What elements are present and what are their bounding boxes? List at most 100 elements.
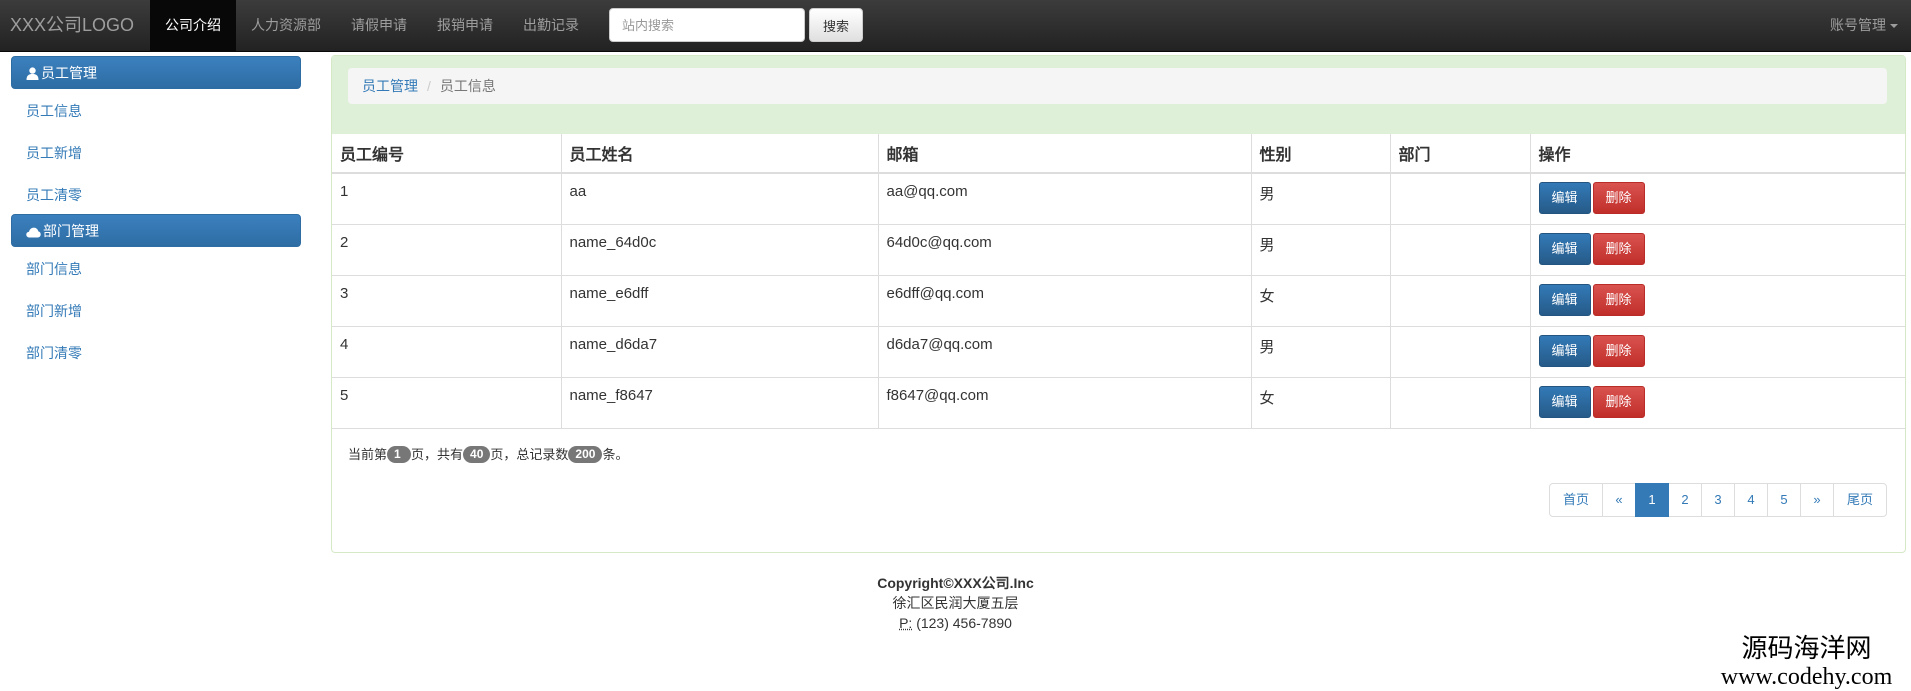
breadcrumb-separator: / bbox=[427, 78, 431, 94]
edit-button[interactable]: 编辑 bbox=[1538, 283, 1591, 316]
sidebar-link-employee-info[interactable]: 员工信息 bbox=[26, 101, 82, 121]
sidebar-link-department-clear[interactable]: 部门清零 bbox=[26, 343, 82, 363]
delete-button[interactable]: 删除 bbox=[1592, 232, 1645, 265]
cell-actions: 编辑 删除 bbox=[1530, 376, 1905, 429]
nav-item-attendance[interactable]: 出勤记录 bbox=[508, 0, 594, 51]
cell-gender: 女 bbox=[1251, 274, 1391, 326]
footer: Copyright©XXX公司.Inc 徐汇区民润大厦五层 P: (123) 4… bbox=[0, 573, 1911, 633]
cloud-icon bbox=[26, 227, 41, 238]
nav-item-hr[interactable]: 人力资源部 bbox=[236, 0, 336, 51]
page-info: 当前第 1 页，共有 40 页，总记录数 200 条。 bbox=[348, 444, 628, 463]
user-icon bbox=[26, 67, 39, 80]
watermark-title: 源码海洋网 bbox=[1741, 633, 1872, 663]
page-info-prefix: 当前第 bbox=[348, 447, 388, 462]
breadcrumb-current: 员工信息 bbox=[439, 78, 496, 94]
cell-name: name_e6dff bbox=[561, 274, 879, 326]
cell-email: e6dff@qq.com bbox=[878, 274, 1252, 326]
pagination-page-4[interactable]: 4 bbox=[1734, 483, 1768, 517]
search-input[interactable] bbox=[609, 8, 805, 42]
footer-phone: (123) 456-7890 bbox=[916, 615, 1012, 631]
nav-item-company-intro[interactable]: 公司介绍 bbox=[150, 0, 236, 51]
breadcrumb: 员工管理 / 员工信息 bbox=[348, 68, 1887, 104]
cell-name: name_f8647 bbox=[561, 376, 879, 429]
cell-gender: 女 bbox=[1251, 376, 1391, 429]
sidebar-link-department-info[interactable]: 部门信息 bbox=[26, 259, 82, 279]
total-pages-badge: 40 bbox=[463, 446, 491, 463]
account-menu-label: 账号管理 bbox=[1830, 17, 1886, 33]
cell-name: name_64d0c bbox=[561, 223, 879, 275]
delete-button[interactable]: 删除 bbox=[1592, 182, 1645, 214]
cell-email: aa@qq.com bbox=[878, 172, 1252, 224]
cell-department bbox=[1390, 376, 1531, 429]
sidebar-section-title: 部门管理 bbox=[43, 223, 99, 239]
current-page-badge: 1 bbox=[387, 446, 412, 463]
page-info-mid2: 页，总记录数 bbox=[490, 447, 569, 462]
edit-button[interactable]: 编辑 bbox=[1538, 334, 1591, 367]
nav-item-reimbursement[interactable]: 报销申请 bbox=[422, 0, 508, 51]
table-row: 1 aa aa@qq.com 男 编辑 删除 bbox=[332, 172, 1905, 224]
delete-button[interactable]: 删除 bbox=[1592, 385, 1645, 418]
account-menu[interactable]: 账号管理 bbox=[1830, 0, 1898, 51]
cell-email: f8647@qq.com bbox=[878, 376, 1252, 429]
column-header-gender: 性别 bbox=[1251, 134, 1391, 174]
column-header-name: 员工姓名 bbox=[561, 134, 879, 174]
employee-table: 员工编号 员工姓名 邮箱 性别 部门 操作 1 aa aa@qq.com 男 编… bbox=[332, 134, 1905, 429]
brand-logo[interactable]: XXX公司LOGO bbox=[10, 0, 134, 51]
table-row: 2 name_64d0c 64d0c@qq.com 男 编辑 删除 bbox=[332, 223, 1905, 275]
pagination-page-5[interactable]: 5 bbox=[1767, 483, 1801, 517]
caret-down-icon bbox=[1890, 24, 1898, 29]
pagination-prev[interactable]: « bbox=[1602, 483, 1636, 517]
column-header-id: 员工编号 bbox=[332, 134, 562, 174]
sidebar-section-title: 员工管理 bbox=[41, 65, 97, 81]
cell-gender: 男 bbox=[1251, 325, 1391, 377]
watermark: 源码海洋网 www.codehy.com bbox=[1704, 633, 1909, 691]
pagination-first[interactable]: 首页 bbox=[1549, 483, 1603, 517]
delete-button[interactable]: 删除 bbox=[1592, 334, 1645, 367]
pagination: 首页 « 1 2 3 4 5 » 尾页 bbox=[1549, 483, 1887, 517]
sidebar-link-department-add[interactable]: 部门新增 bbox=[26, 301, 82, 321]
footer-phone-line: P: (123) 456-7890 bbox=[0, 613, 1911, 633]
cell-id: 1 bbox=[332, 172, 562, 224]
cell-department bbox=[1390, 172, 1531, 224]
table-row: 4 name_d6da7 d6da7@qq.com 男 编辑 删除 bbox=[332, 325, 1905, 377]
edit-button[interactable]: 编辑 bbox=[1538, 385, 1591, 418]
cell-actions: 编辑 删除 bbox=[1530, 172, 1905, 224]
column-header-department: 部门 bbox=[1390, 134, 1531, 174]
cell-department bbox=[1390, 325, 1531, 377]
sidebar-section-department[interactable]: 部门管理 bbox=[11, 214, 301, 247]
sidebar-section-employee[interactable]: 员工管理 bbox=[11, 56, 301, 89]
cell-id: 4 bbox=[332, 325, 562, 377]
sidebar-link-employee-clear[interactable]: 员工清零 bbox=[26, 185, 82, 205]
footer-phone-label: P: bbox=[899, 615, 913, 631]
cell-email: d6da7@qq.com bbox=[878, 325, 1252, 377]
watermark-url: www.codehy.com bbox=[1720, 664, 1893, 690]
table-row: 3 name_e6dff e6dff@qq.com 女 编辑 删除 bbox=[332, 274, 1905, 326]
pagination-next[interactable]: » bbox=[1800, 483, 1834, 517]
cell-department bbox=[1390, 223, 1531, 275]
sidebar-link-employee-add[interactable]: 员工新增 bbox=[26, 143, 82, 163]
delete-button[interactable]: 删除 bbox=[1592, 283, 1645, 316]
pagination-page-1[interactable]: 1 bbox=[1635, 483, 1669, 517]
page-info-suffix: 条。 bbox=[602, 447, 629, 462]
column-header-email: 邮箱 bbox=[878, 134, 1252, 174]
table-row: 5 name_f8647 f8647@qq.com 女 编辑 删除 bbox=[332, 376, 1905, 429]
pagination-page-3[interactable]: 3 bbox=[1701, 483, 1735, 517]
nav-item-leave-request[interactable]: 请假申请 bbox=[336, 0, 422, 51]
edit-button[interactable]: 编辑 bbox=[1538, 182, 1591, 214]
cell-id: 3 bbox=[332, 274, 562, 326]
page-info-mid1: 页，共有 bbox=[411, 447, 464, 462]
cell-actions: 编辑 删除 bbox=[1530, 274, 1905, 326]
cell-department bbox=[1390, 274, 1531, 326]
cell-gender: 男 bbox=[1251, 172, 1391, 224]
top-navbar: XXX公司LOGO 公司介绍 人力资源部 请假申请 报销申请 出勤记录 搜索 账… bbox=[0, 0, 1911, 52]
cell-email: 64d0c@qq.com bbox=[878, 223, 1252, 275]
cell-id: 2 bbox=[332, 223, 562, 275]
cell-actions: 编辑 删除 bbox=[1530, 325, 1905, 377]
employee-panel: 员工管理 / 员工信息 员工编号 员工姓名 邮箱 性别 部门 操作 1 aa aa@… bbox=[331, 55, 1906, 553]
breadcrumb-parent-link[interactable]: 员工管理 bbox=[362, 78, 418, 94]
cell-name: name_d6da7 bbox=[561, 325, 879, 377]
edit-button[interactable]: 编辑 bbox=[1538, 232, 1591, 265]
pagination-page-2[interactable]: 2 bbox=[1668, 483, 1702, 517]
search-button[interactable]: 搜索 bbox=[809, 8, 863, 42]
pagination-last[interactable]: 尾页 bbox=[1833, 483, 1887, 517]
